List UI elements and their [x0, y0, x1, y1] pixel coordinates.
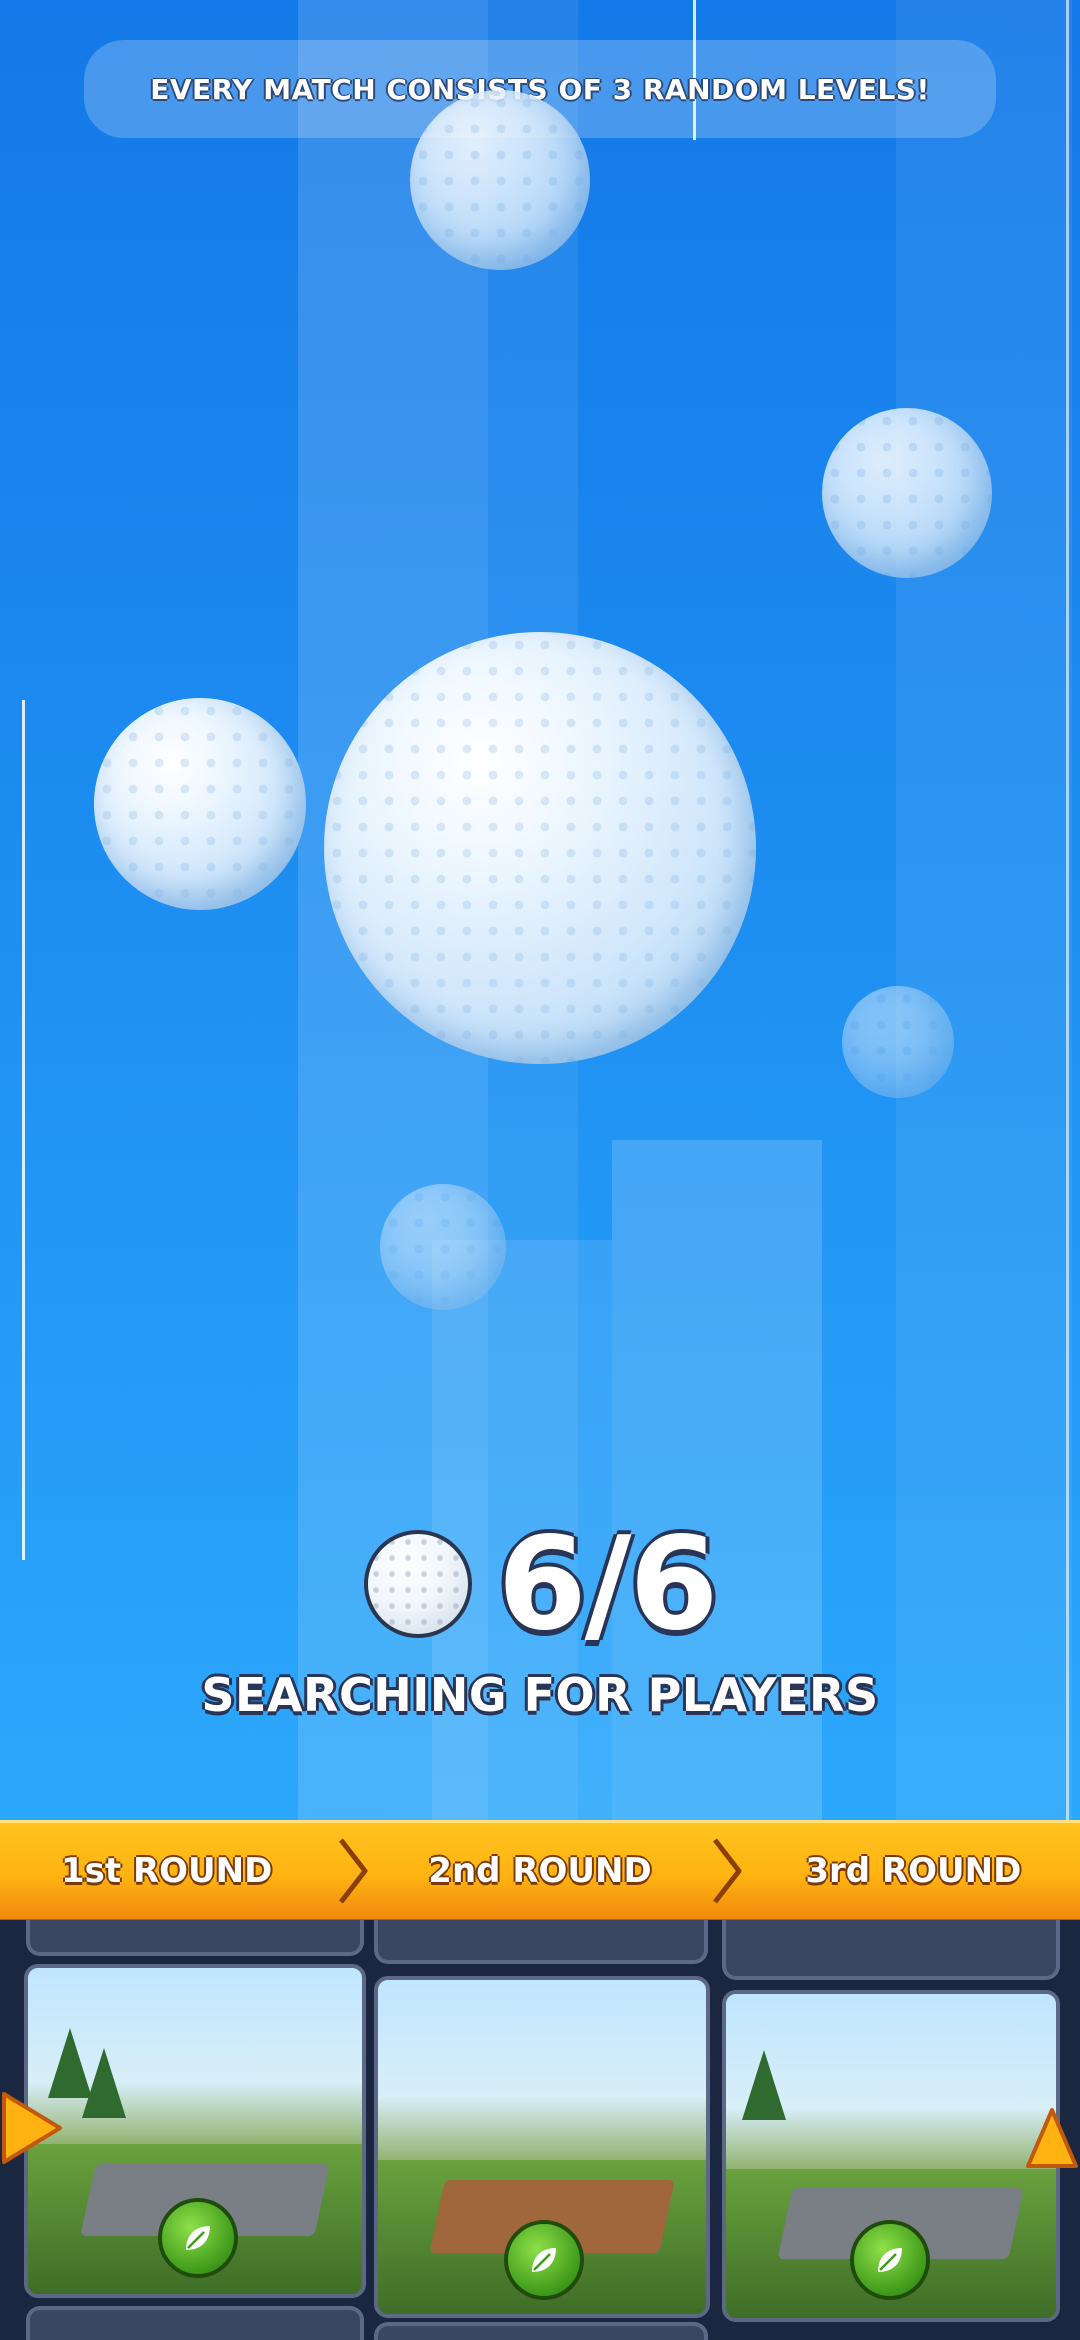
golf-ball-icon: [94, 698, 306, 910]
chevron-right-icon: [707, 1836, 747, 1906]
level-card-next: [26, 2306, 364, 2340]
tree-graphic: [82, 2048, 126, 2118]
light-streak: [22, 700, 25, 1560]
matchmaking-status: SEARCHING FOR PLAYERS: [201, 1668, 879, 1722]
golf-ball-icon: [380, 1184, 506, 1310]
level-card-round-3: [722, 1990, 1060, 2322]
golf-ball-icon: [363, 1530, 472, 1638]
golf-ball-icon: [842, 986, 954, 1098]
arrow-left-icon: [0, 2090, 64, 2170]
player-counter: 6/6: [0, 1510, 1080, 1659]
leaf-icon: [158, 2198, 238, 2278]
leaf-icon: [504, 2220, 584, 2300]
round-3-label: 3rd ROUND: [805, 1851, 1022, 1891]
level-card-next: [374, 2322, 708, 2340]
arrow-up-icon: [1024, 2106, 1080, 2174]
golf-ball-icon: [324, 632, 756, 1064]
chevron-right-icon: [333, 1836, 373, 1906]
level-card-previous: [722, 1920, 1060, 1980]
leaf-icon: [850, 2220, 930, 2300]
level-card-round-1: [24, 1964, 366, 2298]
level-reels: [0, 1920, 1080, 2340]
golf-ball-icon: [822, 408, 992, 578]
level-card-previous: [26, 1920, 364, 1956]
level-card-round-2: [374, 1976, 710, 2318]
round-2-label: 2nd ROUND: [428, 1851, 652, 1891]
tree-graphic: [742, 2050, 786, 2120]
golf-ball-icon: [410, 90, 590, 270]
level-card-previous: [374, 1920, 708, 1964]
round-1-label: 1st ROUND: [60, 1851, 273, 1891]
rounds-bar: 1st ROUND 2nd ROUND 3rd ROUND: [0, 1820, 1080, 1923]
player-count: 6/6: [497, 1509, 719, 1659]
